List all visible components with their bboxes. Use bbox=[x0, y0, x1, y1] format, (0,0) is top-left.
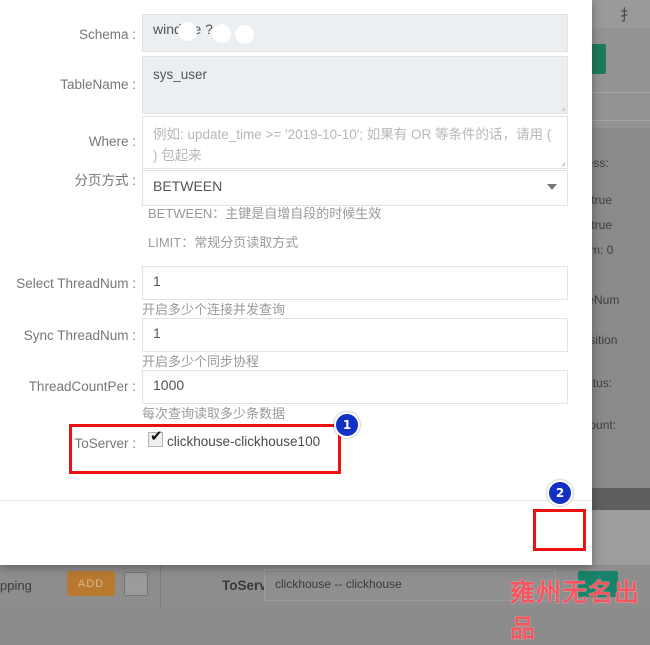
tablename-textarea[interactable]: sys_user bbox=[142, 56, 568, 114]
pagination-hint-between: BETWEEN：主键是自增自段的时候生效 bbox=[148, 206, 382, 221]
where-resize-grip[interactable] bbox=[561, 162, 565, 166]
select-threadnum-label: Select ThreadNum : bbox=[16, 276, 136, 291]
annotation-highlight-save bbox=[533, 509, 586, 551]
where-label: Where : bbox=[88, 134, 136, 149]
annotation-badge-1: 1 bbox=[334, 412, 360, 438]
pagination-mode-select[interactable]: BETWEEN bbox=[142, 170, 568, 206]
modal-footer: 关闭 保存 bbox=[0, 500, 592, 565]
threadcountper-label: ThreadCountPer : bbox=[28, 379, 136, 394]
threadcountper-hint: 每次查询读取多少条数据 bbox=[142, 406, 286, 421]
sync-threadnum-value: 1 bbox=[153, 325, 161, 341]
annotation-badge-2: 2 bbox=[547, 480, 573, 506]
select-threadnum-input[interactable]: 1 bbox=[142, 266, 568, 300]
tablename-resize-grip[interactable] bbox=[561, 107, 565, 111]
annotation-highlight-toserver bbox=[69, 424, 341, 474]
background-add-button: ADD bbox=[67, 571, 115, 596]
where-placeholder: 例如: update_time >= '2019-10-10'; 如果有 OR … bbox=[153, 127, 552, 163]
edit-datasource-modal: Schema : wind ge ? 1 TableName : sys_use… bbox=[0, 0, 592, 565]
background-nav-item-2: 扌 bbox=[620, 6, 636, 24]
background-checkbox bbox=[124, 572, 148, 596]
background-mapping-label: pping bbox=[0, 578, 32, 593]
sync-threadnum-label: Sync ThreadNum : bbox=[23, 328, 136, 343]
tablename-value: sys_user bbox=[153, 67, 208, 82]
sync-threadnum-hint: 开启多少个同步协程 bbox=[142, 354, 260, 369]
tablename-label: TableName : bbox=[60, 77, 136, 92]
background-vertical-divider bbox=[160, 565, 161, 609]
select-threadnum-hint: 开启多少个连接并发查询 bbox=[142, 302, 286, 317]
redaction-blob-2 bbox=[212, 24, 231, 43]
threadcountper-input[interactable]: 1000 bbox=[142, 370, 568, 404]
pagination-mode-value: BETWEEN bbox=[153, 178, 223, 194]
chevron-down-icon[interactable] bbox=[547, 184, 557, 190]
schema-label: Schema : bbox=[78, 27, 136, 42]
schema-input[interactable]: wind ge ? 1 bbox=[142, 14, 568, 52]
pagination-mode-label: 分页方式 : bbox=[74, 173, 136, 188]
where-textarea[interactable]: 例如: update_time >= '2019-10-10'; 如果有 OR … bbox=[142, 116, 568, 169]
watermark: 雍州无名出品 bbox=[510, 578, 641, 643]
pagination-hint-limit: LIMIT：常规分页读取方式 bbox=[148, 235, 299, 250]
sync-threadnum-input[interactable]: 1 bbox=[142, 318, 568, 352]
redaction-blob-1 bbox=[178, 22, 197, 41]
redaction-blob-3 bbox=[235, 25, 254, 44]
select-threadnum-value: 1 bbox=[153, 273, 161, 289]
threadcountper-value: 1000 bbox=[153, 377, 185, 393]
background-toserverkey-value: clickhouse -- clickhouse bbox=[275, 577, 402, 591]
